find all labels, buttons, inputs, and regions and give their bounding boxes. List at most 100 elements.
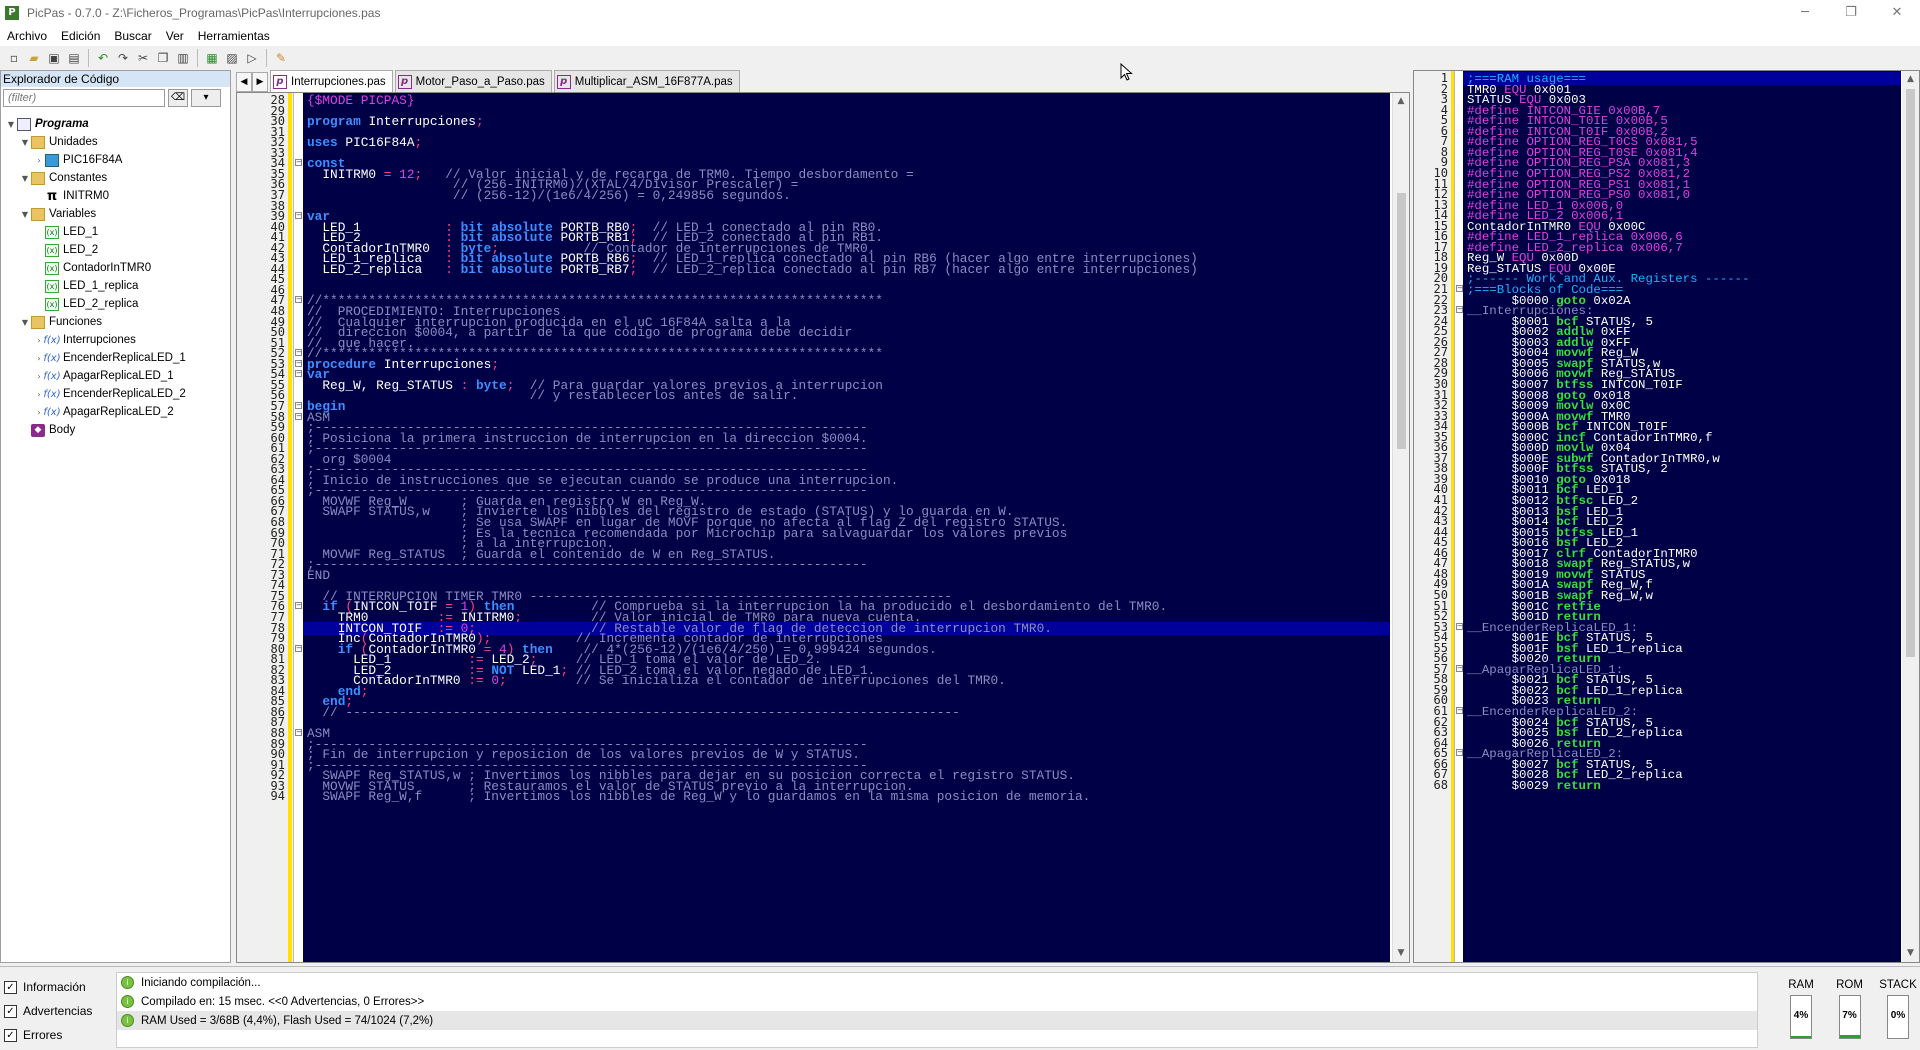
tab-prev-icon[interactable]: ◀ [236,72,252,92]
tree-node[interactable]: (x) ContadorInTMR0 [1,259,230,277]
tree-node[interactable]: (x) LED_1 [1,223,230,241]
fold-toggle-icon[interactable]: − [295,412,302,420]
menu-archivo[interactable]: Archivo [0,29,54,43]
fold-toggle-icon[interactable]: − [1456,285,1463,292]
tree-node[interactable]: (x) LED_2 [1,241,230,259]
checkbox-checked-icon[interactable]: ✓ [4,1004,17,1018]
scroll-down-icon[interactable]: ▼ [1902,945,1919,962]
tree-node[interactable]: (x) LED_1_replica [1,277,230,295]
asm-output-panel[interactable]: 1 2 3 4 5 6 7 8 9 10 11 12 13 14 15 16 17 18 19 20 21 22 23 24 2… [1413,70,1920,963]
fold-toggle-icon[interactable]: − [295,359,302,367]
fold-toggle-icon[interactable]: − [295,159,302,167]
tab-interrupciones[interactable]: p Interrupciones.pas [270,70,393,92]
undo-icon[interactable]: ↶ [93,48,113,68]
checkbox-checked-icon[interactable]: ✓ [4,980,17,994]
paste-icon[interactable]: ▥ [173,48,193,68]
window-title: PicPas - 0.7.0 - Z:\Ficheros_Programas\P… [27,6,381,20]
menu-buscar[interactable]: Buscar [107,29,158,43]
message-text: RAM Used = 3/68B (4,4%), Flash Used = 74… [141,1014,434,1027]
expander-icon[interactable]: ▼ [19,210,31,219]
tree-node[interactable]: › PIC16F84A [1,151,230,169]
tree-node[interactable]: › f(x) EncenderReplicaLED_1 [1,349,230,367]
save-all-icon[interactable]: ▤ [64,48,84,68]
tree-node[interactable]: π INITRM0 [1,187,230,205]
fold-toggle-icon[interactable]: − [295,729,302,736]
tree-node[interactable]: (x) LED_2_replica [1,295,230,313]
expander-icon[interactable]: ▼ [19,138,31,147]
minimize-button[interactable]: ─ [1782,0,1828,26]
tree-node[interactable]: ◆ Body [1,421,230,439]
fold-toggle-icon[interactable]: − [295,370,302,378]
tree-node[interactable]: › f(x) Interrupciones [1,331,230,349]
scroll-up-icon[interactable]: ▲ [1393,93,1409,110]
tab-next-icon[interactable]: ▶ [252,72,268,92]
fold-toggle-icon[interactable]: − [295,401,302,409]
message-item[interactable]: i RAM Used = 3/68B (4,4%), Flash Used = 7… [117,1011,1757,1030]
tree-node[interactable]: ▼ Constantes [1,169,230,187]
tree-node[interactable]: ▼ Unidades [1,133,230,151]
fold-toggle-icon[interactable]: − [1456,707,1463,714]
filter-options-icon[interactable]: ▾ [191,89,221,107]
expander-icon[interactable]: › [33,156,45,165]
tree-node[interactable]: ▼ Programa [1,115,230,133]
scrollbar-thumb[interactable] [1906,89,1915,657]
message-item[interactable]: i Compilado en: 15 msec. <<0 Advertencias… [117,992,1757,1011]
tree-node[interactable]: › f(x) EncenderReplicaLED_2 [1,385,230,403]
fold-toggle-icon[interactable]: − [295,296,302,304]
filter-input[interactable] [3,89,165,107]
fold-toggle-icon[interactable]: − [1456,664,1463,672]
fold-toggle-icon[interactable]: − [295,212,302,220]
tree-node[interactable]: ▼ Funciones [1,313,230,331]
open-folder-icon[interactable]: ▰ [24,48,44,68]
compile-run-icon[interactable]: ▨ [222,48,242,68]
copy-icon[interactable]: ❐ [153,48,173,68]
tree-node[interactable]: ▼ Variables [1,205,230,223]
message-item[interactable]: i Iniciando compilación... [117,973,1757,992]
maximize-button[interactable]: ❐ [1828,0,1874,26]
fold-toggle-icon[interactable]: − [1456,306,1463,314]
scrollbar-thumb[interactable] [1397,193,1406,449]
filter-checkbox-row[interactable]: ✓ Advertencias [4,999,114,1023]
tree-node[interactable]: › f(x) ApagarReplicaLED_1 [1,367,230,385]
fold-toggle-icon[interactable]: − [295,602,302,610]
save-icon[interactable]: ▣ [44,48,64,68]
menu-edicion[interactable]: Edición [54,29,107,43]
expander-icon[interactable]: ▼ [19,318,31,327]
fold-toggle-icon[interactable]: − [295,349,302,357]
meter-stack: STACK 0% [1879,979,1917,1047]
editor-vertical-scrollbar[interactable]: ▲ ▼ [1392,93,1409,962]
close-button[interactable]: ✕ [1874,0,1920,26]
settings-wrench-icon[interactable]: ✎ [271,48,291,68]
tab-multiplicar-asm[interactable]: p Multiplicar_ASM_16F877A.pas [553,70,740,92]
redo-icon[interactable]: ↷ [113,48,133,68]
scroll-up-icon[interactable]: ▲ [1902,71,1919,88]
filter-checkbox-row[interactable]: ✓ Información [4,975,114,999]
asm-code-area[interactable]: ;===RAM usage=== TMR0 EQU 0x001 STATUS EQU… [1463,71,1901,962]
tab-label: Motor_Paso_a_Paso.pas [415,75,545,88]
menu-herramientas[interactable]: Herramientas [191,29,277,43]
code-token: ; [360,683,369,699]
window-controls: ─ ❐ ✕ [1782,0,1920,26]
fold-toggle-icon[interactable]: − [1456,622,1463,630]
fold-toggle-icon[interactable]: − [295,644,302,652]
filter-clear-icon[interactable]: ⌫ [168,89,188,107]
source-editor[interactable]: 28 29 30 31 32 33 34 35 36 37 38 39 40 41 42 43 44 45 46 47… [236,92,1410,963]
new-file-icon[interactable]: ▫ [4,48,24,68]
expander-icon[interactable]: ▼ [19,174,31,183]
tree-node[interactable]: › f(x) ApagarReplicaLED_2 [1,403,230,421]
asm-vertical-scrollbar[interactable]: ▲ ▼ [1902,71,1919,962]
filter-checkbox-row[interactable]: ✓ Errores [4,1023,114,1047]
mouse-cursor-icon [1120,63,1133,81]
code-area[interactable]: {$MODE PICPAS} program Interrupciones; use… [303,93,1390,962]
cut-icon[interactable]: ✂ [133,48,153,68]
checkbox-checked-icon[interactable]: ✓ [4,1028,17,1042]
scroll-down-icon[interactable]: ▼ [1393,945,1409,962]
fold-toggle-icon[interactable]: − [1456,749,1463,757]
compile-icon[interactable]: ▦ [202,48,222,68]
run-icon[interactable]: ▷ [242,48,262,68]
message-filters: ✓ Información ✓ Advertencias ✓ Errores [4,975,114,1047]
tab-motor-paso-a-paso[interactable]: p Motor_Paso_a_Paso.pas [394,70,552,92]
expander-icon[interactable]: ▼ [5,120,17,129]
menu-ver[interactable]: Ver [159,29,191,43]
message-list[interactable]: i Iniciando compilación... i Compilado en: … [116,972,1758,1048]
